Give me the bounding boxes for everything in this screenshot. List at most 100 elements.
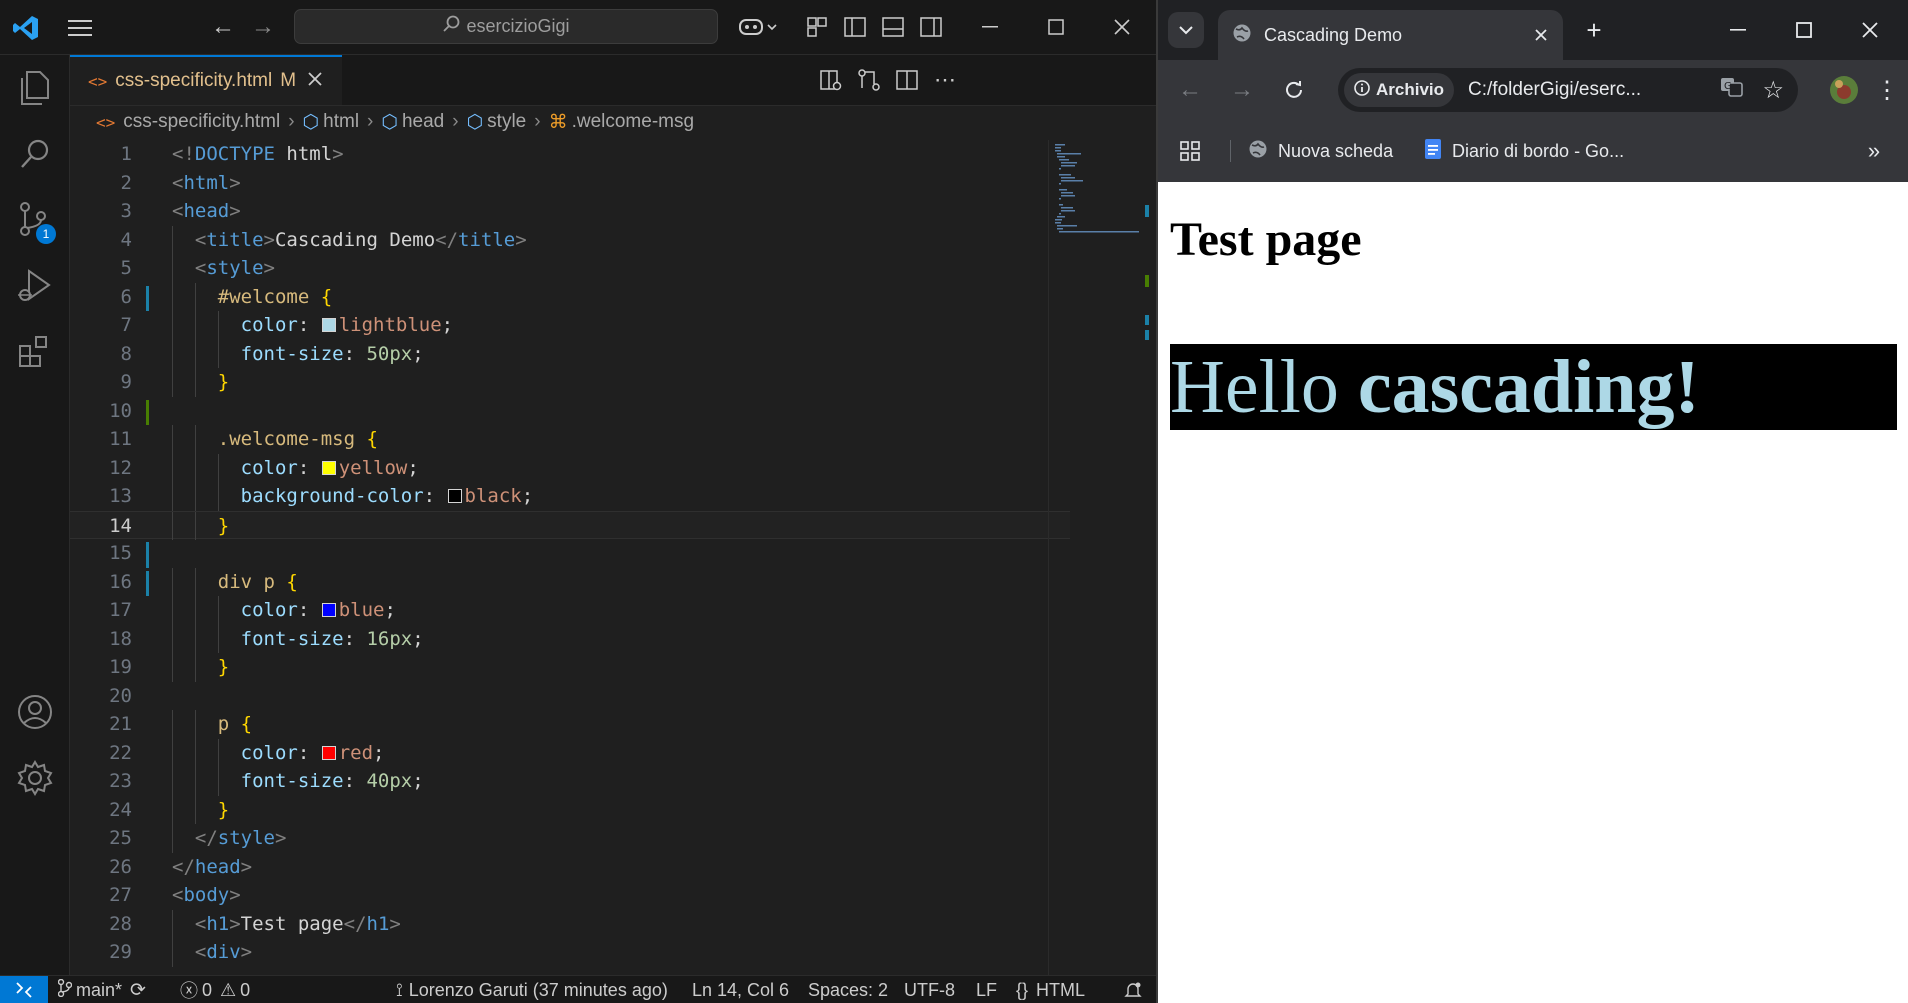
split-editor-icon[interactable] — [890, 63, 924, 97]
apps-grid-icon[interactable] — [1172, 133, 1208, 169]
code-line[interactable]: 9} — [70, 368, 1070, 397]
line-number: 27 — [109, 884, 132, 906]
source-control-icon[interactable]: 1 — [0, 187, 69, 253]
chrome-tab-cascading-demo[interactable]: Cascading Demo — [1218, 10, 1563, 60]
breadcrumb-selector[interactable]: .welcome-msg — [572, 111, 694, 133]
run-debug-icon[interactable] — [0, 253, 69, 319]
code-line[interactable]: 2 <html> — [70, 169, 1070, 198]
new-tab-plus-icon[interactable]: + — [1576, 12, 1612, 48]
color-swatch[interactable] — [447, 489, 462, 503]
accounts-icon[interactable] — [0, 679, 69, 745]
code-line[interactable]: 21 p { — [70, 710, 1070, 739]
code-line[interactable]: 28 <h1>Test page</h1> — [70, 909, 1070, 938]
code-line[interactable]: 19} — [70, 653, 1070, 682]
reload-icon[interactable] — [1276, 72, 1312, 108]
code-line[interactable]: 6 #welcome { — [70, 282, 1070, 311]
code-line[interactable]: 23 font-size: 40px; — [70, 767, 1070, 796]
code-line[interactable]: 8 font-size: 50px; — [70, 339, 1070, 368]
code-editor[interactable]: 1 <!DOCTYPE html> 2 <html> 3 <head> 4 <title>Ca… — [70, 140, 1070, 975]
maximize-icon[interactable] — [1036, 10, 1076, 44]
code-line[interactable]: 26 </head> — [70, 853, 1070, 882]
encoding-status[interactable]: UTF-8 — [904, 976, 955, 1003]
menu-icon[interactable] — [62, 10, 98, 46]
code-line[interactable]: 7 color: lightblue; — [70, 311, 1070, 340]
bookmark-nuova-scheda[interactable]: Nuova scheda — [1248, 133, 1393, 169]
site-info-chip[interactable]: Archivio — [1344, 73, 1455, 107]
code-line[interactable]: 15 — [70, 539, 1070, 568]
minimap[interactable] — [1048, 140, 1149, 975]
code-line[interactable]: 1 <!DOCTYPE html> — [70, 140, 1070, 169]
back-arrow-icon[interactable]: ← — [1172, 72, 1208, 108]
code-line[interactable]: 12 color: yellow; — [70, 453, 1070, 482]
forward-arrow-icon[interactable]: → — [1224, 72, 1260, 108]
remote-indicator-icon[interactable] — [0, 976, 48, 1003]
translate-icon[interactable]: G — [1720, 75, 1744, 105]
color-swatch[interactable] — [321, 745, 336, 760]
tab-close-icon[interactable] — [308, 70, 322, 92]
code-line[interactable]: 24} — [70, 795, 1070, 824]
settings-gear-icon[interactable] — [0, 745, 69, 811]
editor-tab-css-specificity[interactable]: <> css-specificity.html M — [70, 55, 342, 105]
breadcrumb-file[interactable]: css-specificity.html — [123, 111, 280, 133]
git-blame-status[interactable]: ⟟ Lorenzo Garuti (37 minutes ago) — [396, 976, 668, 1003]
command-center-search[interactable]: esercizioGigi — [294, 9, 718, 44]
code-line[interactable]: 14} — [70, 510, 1070, 540]
close-window-icon[interactable] — [1102, 10, 1142, 44]
code-line[interactable]: 16 div p { — [70, 567, 1070, 596]
code-line[interactable]: 22 color: red; — [70, 738, 1070, 767]
extensions-icon[interactable] — [0, 319, 69, 385]
breadcrumb-style[interactable]: style — [487, 111, 526, 133]
back-arrow-icon[interactable]: ← — [206, 10, 240, 44]
code-line[interactable]: 18 font-size: 16px; — [70, 624, 1070, 653]
customize-layout-icon[interactable] — [800, 10, 834, 44]
code-line[interactable]: 11 .welcome-msg { — [70, 425, 1070, 454]
toggle-panel-icon[interactable] — [876, 10, 910, 44]
tab-search-chevron-icon[interactable] — [1168, 12, 1204, 48]
color-swatch[interactable] — [321, 318, 336, 332]
code-line[interactable]: 20 — [70, 682, 1070, 711]
code-line[interactable]: 27 <body> — [70, 881, 1070, 910]
omnibox[interactable]: Archivio C:/folderGigi/eserc... G ☆ — [1338, 68, 1798, 112]
code-line[interactable]: 13 background-color: black; — [70, 482, 1070, 511]
forward-arrow-icon[interactable]: → — [246, 10, 280, 44]
cursor-position[interactable]: Ln 14, Col 6 — [692, 976, 789, 1003]
toggle-secondary-sidebar-icon[interactable] — [914, 10, 948, 44]
color-swatch[interactable] — [321, 460, 336, 475]
eol-status[interactable]: LF — [976, 976, 997, 1003]
code-line[interactable]: 25 </style> — [70, 824, 1070, 853]
code-line[interactable]: 10 — [70, 397, 1070, 426]
vscode-logo-icon — [6, 8, 46, 48]
profile-avatar[interactable] — [1826, 72, 1862, 108]
maximize-icon[interactable] — [1784, 12, 1824, 48]
code-line[interactable]: 29 <div> — [70, 938, 1070, 967]
language-mode[interactable]: {} HTML — [1016, 976, 1085, 1003]
menu-kebab-icon[interactable]: ⋮ — [1872, 72, 1902, 108]
breadcrumb-head[interactable]: head — [402, 111, 444, 133]
sync-icon[interactable]: ⟳ — [130, 979, 146, 1002]
bookmark-diario-di-bordo[interactable]: Diario di bordo - Go... — [1424, 133, 1624, 169]
toggle-primary-sidebar-icon[interactable] — [838, 10, 872, 44]
problems-status[interactable]: ⓧ 0 ⚠ 0 — [180, 976, 250, 1003]
more-bookmarks-chevron-icon[interactable]: » — [1856, 133, 1892, 169]
tab-close-icon[interactable] — [1535, 25, 1547, 46]
color-swatch[interactable] — [321, 603, 336, 617]
open-changes-icon[interactable] — [852, 63, 886, 97]
code-line[interactable]: 3 <head> — [70, 197, 1070, 226]
bookmark-star-icon[interactable]: ☆ — [1762, 76, 1784, 105]
indentation-status[interactable]: Spaces: 2 — [808, 976, 888, 1003]
minimize-icon[interactable] — [1718, 12, 1758, 48]
indent-guide — [194, 368, 196, 397]
code-line[interactable]: 4 <title>Cascading Demo</title> — [70, 225, 1070, 254]
more-actions-icon[interactable]: ⋯ — [928, 63, 962, 97]
breadcrumb-html[interactable]: html — [323, 111, 359, 133]
close-window-icon[interactable] — [1850, 12, 1890, 48]
search-icon[interactable] — [0, 121, 69, 187]
copilot-icon[interactable] — [734, 10, 784, 44]
code-line[interactable]: 5 <style> — [70, 254, 1070, 283]
explorer-icon[interactable] — [0, 55, 69, 121]
code-line[interactable]: 17 color: blue; — [70, 596, 1070, 625]
minimize-icon[interactable] — [970, 10, 1010, 44]
notifications-bell-icon[interactable] — [1124, 976, 1142, 1003]
open-preview-icon[interactable] — [814, 63, 848, 97]
branch-status[interactable]: main* ⟳ — [57, 976, 146, 1003]
